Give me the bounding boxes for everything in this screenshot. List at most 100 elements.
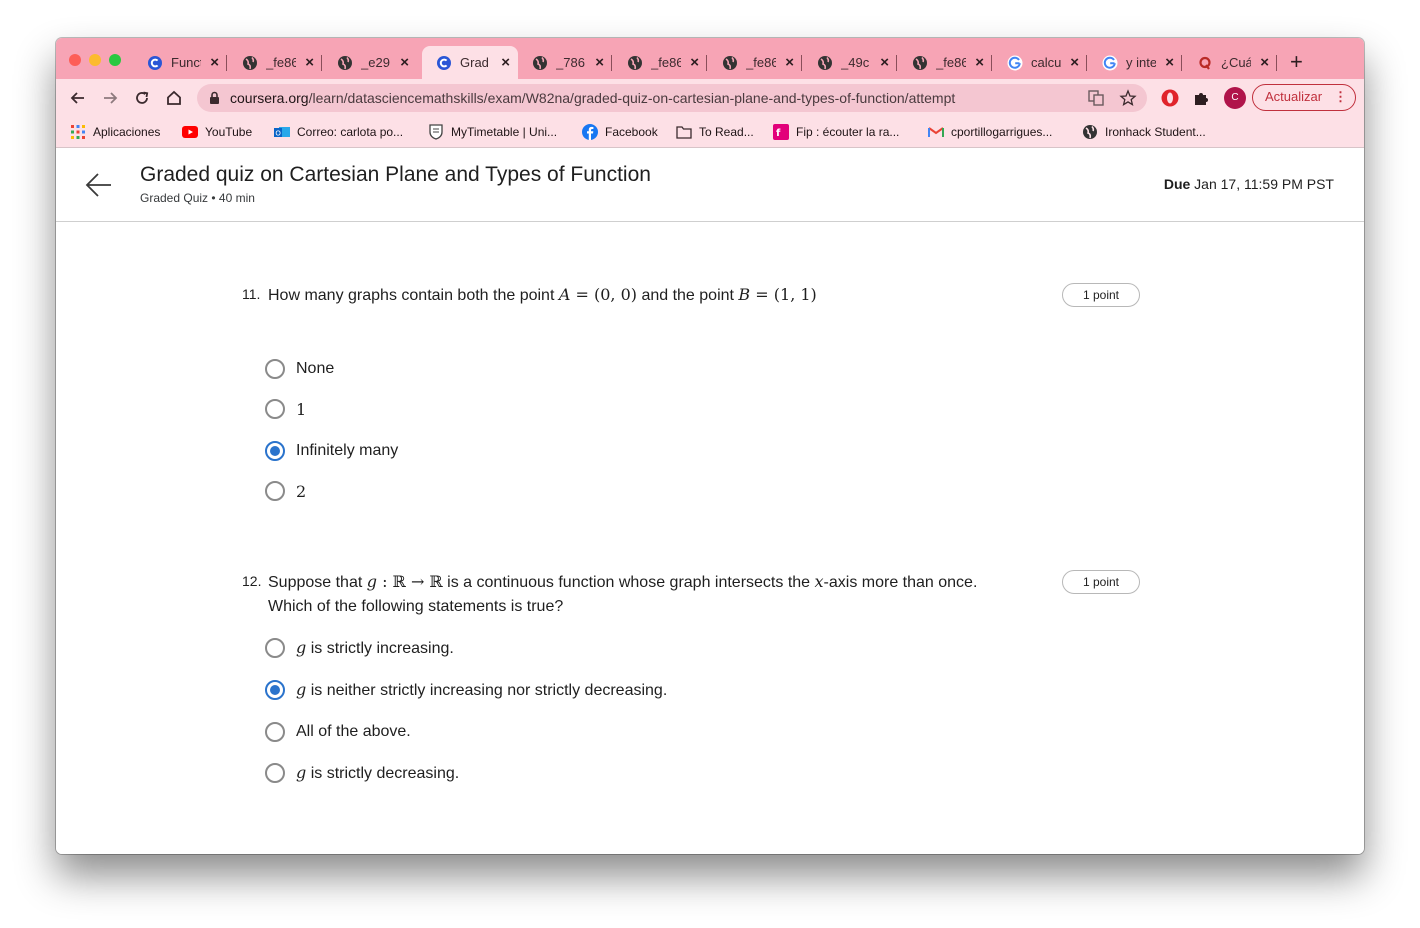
browser-tab[interactable]: _e29 × (323, 46, 417, 79)
close-tab-icon[interactable]: × (880, 54, 889, 71)
radio-button[interactable] (265, 763, 285, 783)
radio-button-checked[interactable] (265, 441, 285, 461)
bookmark-item[interactable]: To Read... (676, 123, 754, 141)
question-text-line2: Which of the following statements is tru… (268, 598, 564, 615)
math-variable: x (814, 572, 824, 591)
browser-tab[interactable]: _fe86 × (613, 46, 707, 79)
radio-button[interactable] (265, 481, 285, 501)
bookmark-label: Ironhack Student... (1105, 125, 1206, 139)
url-domain: coursera.org (230, 90, 309, 106)
question-number: 12. (242, 573, 262, 589)
bookmark-item[interactable]: Aplicaciones (70, 123, 160, 141)
radio-button-checked[interactable] (265, 680, 285, 700)
answer-option-selected[interactable]: g is neither strictly increasing nor str… (265, 678, 667, 702)
close-tab-icon[interactable]: × (400, 54, 409, 71)
browser-tab[interactable]: _fe86 × (708, 46, 802, 79)
tab-divider (706, 55, 707, 71)
bookmark-item[interactable]: Ironhack Student... (1082, 123, 1206, 141)
youtube-icon (182, 124, 198, 140)
close-tab-icon[interactable]: × (1070, 54, 1079, 71)
answer-option[interactable]: g is strictly decreasing. (265, 761, 459, 785)
bookmark-label: Fip : écouter la ra... (796, 125, 900, 139)
close-tab-icon[interactable]: × (1165, 54, 1174, 71)
minimize-window-button[interactable] (89, 54, 101, 66)
bookmark-item[interactable]: MyTimetable | Uni... (428, 123, 557, 141)
extensions-puzzle-icon[interactable] (1192, 88, 1212, 108)
bookmark-item[interactable]: Facebook (582, 123, 658, 141)
back-arrow-icon[interactable] (84, 171, 114, 204)
close-tab-icon[interactable]: × (595, 54, 604, 71)
update-button[interactable]: Actualizar ⋮ (1252, 84, 1356, 111)
close-tab-icon[interactable]: × (501, 54, 510, 71)
tab-title: y inte (1126, 55, 1156, 70)
back-button[interactable] (68, 88, 88, 108)
answer-option[interactable]: None (265, 357, 334, 381)
tab-divider (321, 55, 322, 71)
answer-option[interactable]: g is strictly increasing. (265, 636, 454, 660)
close-tab-icon[interactable]: × (785, 54, 794, 71)
tab-divider (991, 55, 992, 71)
quora-icon (1197, 55, 1213, 71)
close-tab-icon[interactable]: × (305, 54, 314, 71)
google-icon (1007, 55, 1023, 71)
bookmark-label: cportillogarrigues... (951, 125, 1053, 139)
radio-button[interactable] (265, 399, 285, 419)
globe-icon (722, 55, 738, 71)
bookmark-item[interactable]: f Fip : écouter la ra... (773, 123, 899, 141)
browser-tab[interactable]: _fe86 × (898, 46, 992, 79)
close-window-button[interactable] (69, 54, 81, 66)
profile-avatar[interactable]: C (1224, 87, 1246, 109)
bookmark-item[interactable]: cportillogarrigues... (928, 123, 1052, 141)
browser-window: Funct × _fe86 × _e29 × Grad × _786 × _fe… (56, 38, 1364, 854)
close-tab-icon[interactable]: × (1260, 54, 1269, 71)
address-bar[interactable]: coursera.org/learn/datasciencemathskills… (197, 84, 1147, 112)
question-text-part: -axis more than once. (823, 574, 978, 591)
radio-button[interactable] (265, 638, 285, 658)
reload-button[interactable] (132, 88, 152, 108)
tab-divider (226, 55, 227, 71)
browser-tab[interactable]: y inte × (1088, 46, 1182, 79)
home-button[interactable] (164, 88, 184, 108)
close-tab-icon[interactable]: × (975, 54, 984, 71)
bookmark-item[interactable]: YouTube (182, 123, 252, 141)
question-text-part: Suppose that (268, 574, 367, 591)
tab-title: calcu (1031, 55, 1061, 70)
browser-tab[interactable]: _fe86 × (228, 46, 322, 79)
browser-tab[interactable]: ¿Cuá × (1183, 46, 1277, 79)
question-number: 11. (242, 286, 261, 302)
translate-icon[interactable] (1087, 89, 1105, 107)
close-tab-icon[interactable]: × (690, 54, 699, 71)
close-tab-icon[interactable]: × (210, 54, 219, 71)
radio-button[interactable] (265, 359, 285, 379)
bookmarks-bar: Aplicaciones YouTube O Correo: carlota p… (56, 117, 1364, 148)
bookmark-label: MyTimetable | Uni... (451, 125, 558, 139)
maximize-window-button[interactable] (109, 54, 121, 66)
browser-tab[interactable]: calcu × (993, 46, 1087, 79)
option-label: 1 (296, 399, 307, 419)
tab-title: _49c (841, 55, 870, 70)
browser-tab[interactable]: _786 × (518, 46, 612, 79)
math-variable: g (296, 680, 307, 699)
lock-icon (209, 91, 220, 110)
browser-tab[interactable]: _49c × (803, 46, 897, 79)
opera-adblock-icon[interactable] (1160, 88, 1180, 108)
new-tab-button[interactable]: + (1290, 51, 1303, 73)
points-badge: 1 point (1062, 570, 1140, 594)
browser-tab-active[interactable]: Grad × (422, 46, 518, 79)
radio-button[interactable] (265, 722, 285, 742)
answer-option[interactable]: 2 (265, 479, 306, 503)
facebook-icon (582, 124, 598, 140)
answer-option-selected[interactable]: Infinitely many (265, 439, 398, 463)
question-text-part: How many graphs contain both the point (268, 287, 559, 304)
answer-option[interactable]: All of the above. (265, 720, 411, 744)
bookmark-item[interactable]: O Correo: carlota po... (274, 123, 403, 141)
bookmark-star-icon[interactable] (1119, 89, 1137, 107)
menu-dots-icon[interactable]: ⋮ (1334, 85, 1347, 109)
globe-icon (337, 55, 353, 71)
browser-tab[interactable]: Funct × (133, 46, 227, 79)
forward-button[interactable] (100, 88, 120, 108)
option-text: is neither strictly increasing nor stric… (306, 682, 668, 699)
tab-divider (1086, 55, 1087, 71)
answer-option[interactable]: 1 (265, 397, 306, 421)
shield-crest-icon (428, 124, 444, 140)
